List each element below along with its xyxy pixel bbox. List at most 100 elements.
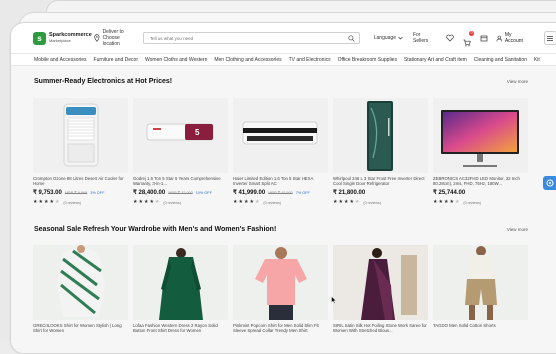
- search-icon[interactable]: [348, 34, 355, 42]
- product-name[interactable]: Haier Limited Edition 1.6 Ton 5 Star HEX…: [233, 176, 328, 187]
- product-image[interactable]: [133, 245, 228, 320]
- language-selector[interactable]: Language: [374, 35, 403, 41]
- category-link[interactable]: TV and Electronics: [289, 57, 331, 63]
- view-more-link[interactable]: View more: [507, 227, 528, 232]
- category-link[interactable]: Women Cloths and Western: [145, 57, 207, 63]
- monitor-image: [441, 110, 519, 167]
- green-dress-image: [133, 245, 228, 320]
- discount-label: 7% OFF: [295, 191, 310, 195]
- deliver-location[interactable]: Deliver to Choose location: [94, 29, 137, 47]
- category-link[interactable]: Mobile and Accessories: [34, 57, 87, 63]
- location-pin-icon: [94, 34, 100, 42]
- orders-box-icon[interactable]: [480, 34, 488, 42]
- rating-stars: ★ ★ ★ ★ ★ (0 reviews): [433, 200, 528, 205]
- product-image[interactable]: [33, 98, 128, 173]
- cart-icon: [463, 39, 471, 47]
- product-card[interactable]: ZEBRONICS AC32FHD LED Monitor, 32 Inch 8…: [433, 98, 528, 205]
- rating-stars: ★ ★ ★ ★ ★ (0 reviews): [333, 200, 428, 205]
- product-card[interactable]: 5 Godrej 1.5 Ton 5 Star 5 Years Comprehe…: [133, 98, 228, 205]
- category-link[interactable]: Kit: [534, 57, 540, 63]
- refrigerator-image: [367, 101, 393, 171]
- star-icon: ★: [233, 199, 238, 205]
- striped-shirt-image: [33, 245, 128, 320]
- category-link[interactable]: Cleaning and Sanitation: [474, 57, 527, 63]
- star-icon: ★: [154, 199, 160, 205]
- star-icon: ★: [354, 199, 360, 205]
- product-price: ₹ 41,999.00: [233, 190, 266, 196]
- fashion-product-row: GRECIILOOKS Shirt for Women Stylish | Lo…: [33, 245, 528, 334]
- product-card[interactable]: TAGDO Men Solid Cotton Shorts: [433, 245, 528, 334]
- electronics-section-header: Summer-Ready Electronics at Hot Prices! …: [34, 78, 528, 85]
- product-name[interactable]: Whirlpool 246 L 3 Star Frost Free Invert…: [333, 176, 428, 187]
- product-image[interactable]: [233, 98, 328, 173]
- fashion-section-header: Seasonal Sale Refresh Your Wardrobe with…: [34, 226, 528, 233]
- product-name[interactable]: Pinkmint Popcorn Shirt for Men Solid Sli…: [233, 323, 328, 334]
- wishlist-heart-icon[interactable]: [446, 34, 454, 42]
- product-name[interactable]: Crompton Ozone 88 Litres Desert Air Cool…: [33, 176, 128, 187]
- product-price: ₹ 25,744.00: [433, 190, 466, 196]
- star-icon: ★: [243, 199, 249, 205]
- discount-label: 10% OFF: [195, 191, 212, 195]
- rating-stars: ★ ★ ★ ★ ★ (0 reviews): [33, 200, 128, 205]
- category-link[interactable]: Furniture and Decor: [94, 57, 138, 63]
- view-more-link[interactable]: View more: [507, 79, 528, 84]
- product-card[interactable]: GRECIILOOKS Shirt for Women Stylish | Lo…: [33, 245, 128, 334]
- product-name[interactable]: ZEBRONICS AC32FHD LED Monitor, 32 Inch 8…: [433, 176, 528, 187]
- category-link[interactable]: Men Clothing and Accessories: [214, 57, 281, 63]
- accessibility-widget-button[interactable]: [543, 176, 556, 190]
- star-icon: ★: [254, 199, 260, 205]
- product-name[interactable]: Lofaa Fashion Western Dress 2 Rayon Soli…: [133, 323, 228, 334]
- site-header: s Sparkcommerce Marketplace Deliver to C…: [11, 23, 556, 53]
- deliver-location-value: Choose location: [102, 35, 120, 47]
- star-icon: ★: [54, 199, 60, 205]
- split-ac-image: 5: [146, 123, 214, 141]
- site-logo[interactable]: s Sparkcommerce Marketplace: [33, 31, 92, 45]
- product-image[interactable]: [333, 245, 428, 320]
- star-icon: ★: [149, 199, 154, 205]
- section-title: Seasonal Sale Refresh Your Wardrobe with…: [34, 226, 277, 233]
- product-card[interactable]: Whirlpool 246 L 3 Star Frost Free Invert…: [333, 98, 428, 205]
- product-name[interactable]: GRECIILOOKS Shirt for Women Stylish | Lo…: [33, 323, 128, 334]
- search-bar[interactable]: [142, 32, 360, 44]
- discount-label: 3% OFF: [90, 191, 105, 195]
- product-image[interactable]: [433, 98, 528, 173]
- category-link[interactable]: Stationary Art and Craft item: [404, 57, 467, 63]
- section-title: Summer-Ready Electronics at Hot Prices!: [34, 78, 173, 85]
- air-cooler-image: [63, 103, 99, 167]
- star-icon: ★: [343, 199, 349, 205]
- category-nav: Mobile and Accessories Furniture and Dec…: [11, 53, 556, 66]
- my-account-button[interactable]: My Account: [496, 32, 529, 44]
- product-name[interactable]: Godrej 1.5 Ton 5 Star 5 Years Comprehens…: [133, 176, 228, 187]
- star-icon: ★: [443, 199, 449, 205]
- product-card[interactable]: Lofaa Fashion Western Dress 2 Rayon Soli…: [133, 245, 228, 334]
- settings-gear-icon: [546, 179, 554, 187]
- search-input[interactable]: [147, 34, 348, 42]
- cart-button[interactable]: 0: [463, 31, 475, 47]
- electronics-product-row: Crompton Ozone 88 Litres Desert Air Cool…: [33, 98, 528, 205]
- product-card[interactable]: Crompton Ozone 88 Litres Desert Air Cool…: [33, 98, 128, 205]
- product-card[interactable]: Haier Limited Edition 1.6 Ton 5 Star HEX…: [233, 98, 328, 205]
- star-icon: ★: [349, 199, 354, 205]
- pink-shirt-image: [233, 245, 328, 320]
- product-card[interactable]: SIRIL Satin Silk Hot Foiling Stone Work …: [333, 245, 428, 334]
- product-mrp: MRP ₹ 45,500: [268, 191, 293, 195]
- star-icon: ★: [333, 199, 338, 205]
- product-price: ₹ 21,800.00: [333, 190, 366, 196]
- product-image[interactable]: [33, 245, 128, 320]
- for-sellers-link[interactable]: For Sellers: [413, 32, 436, 44]
- cargo-shorts-image: [433, 245, 528, 320]
- hamburger-menu-button[interactable]: [543, 31, 556, 45]
- browser-page: s Sparkcommerce Marketplace Deliver to C…: [10, 22, 556, 354]
- product-image[interactable]: [433, 245, 528, 320]
- product-image[interactable]: 5: [133, 98, 228, 173]
- product-name[interactable]: TAGDO Men Solid Cotton Shorts: [433, 323, 528, 334]
- product-image[interactable]: [233, 245, 328, 320]
- category-link[interactable]: Office Breakroom Supplies: [338, 57, 397, 63]
- cart-count-badge: 0: [469, 31, 475, 36]
- logo-icon: s: [33, 31, 46, 45]
- product-image[interactable]: [333, 98, 428, 173]
- hamburger-icon: [547, 35, 554, 41]
- product-card[interactable]: Pinkmint Popcorn Shirt for Men Solid Sli…: [233, 245, 328, 334]
- product-name[interactable]: SIRIL Satin Silk Hot Foiling Stone Work …: [333, 323, 428, 334]
- star-icon: ★: [38, 199, 43, 205]
